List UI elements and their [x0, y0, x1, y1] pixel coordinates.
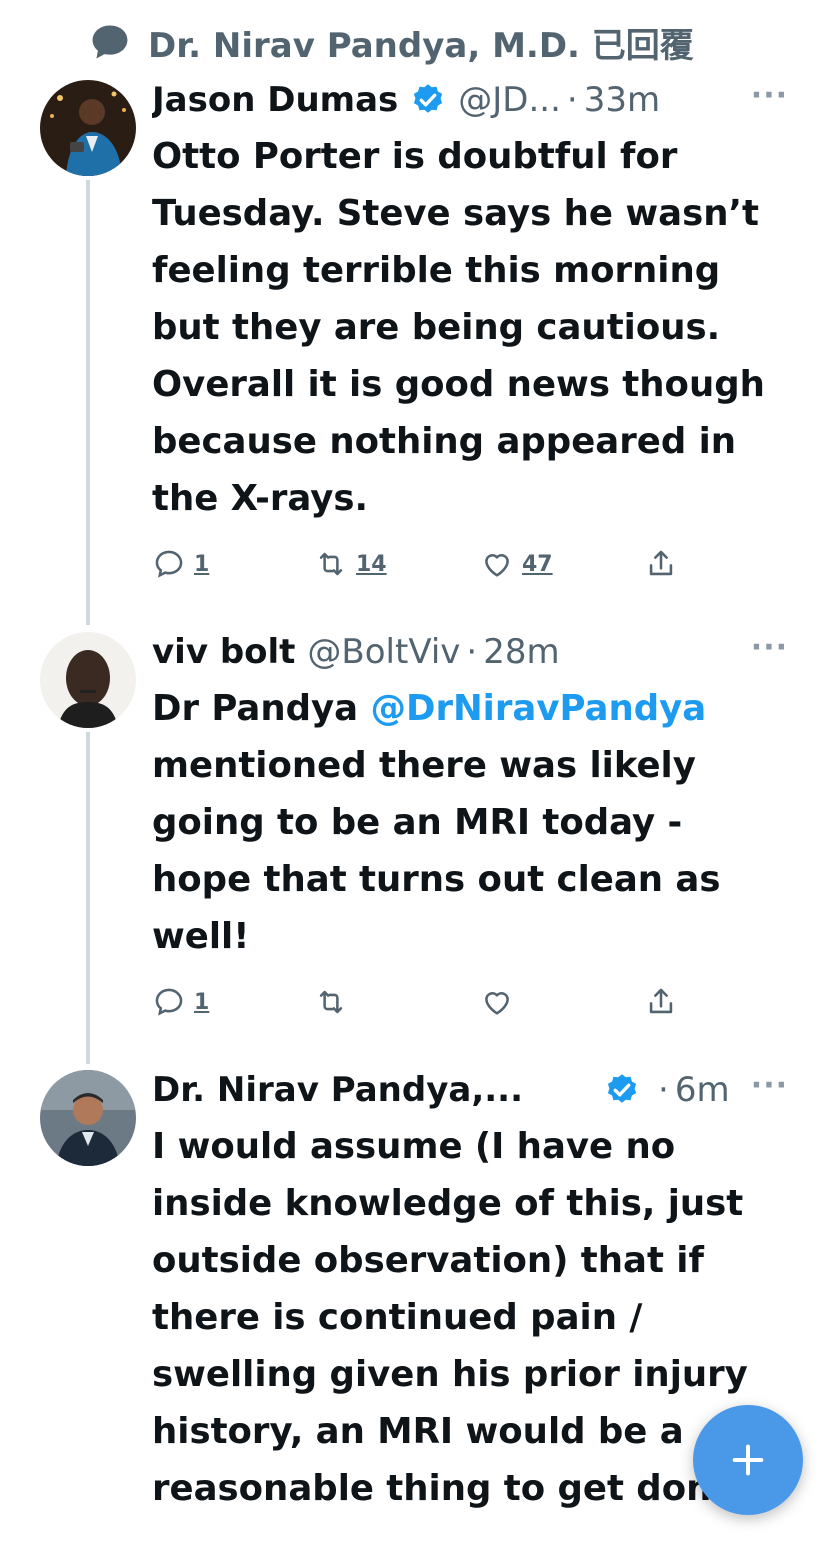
- reply-count: 1: [194, 551, 210, 577]
- reply-context[interactable]: Dr. Nirav Pandya, M.D. 已回覆: [88, 18, 694, 66]
- mention-link[interactable]: @DrNiravPandya: [371, 688, 707, 729]
- compose-tweet-button[interactable]: [693, 1405, 803, 1515]
- tweet[interactable]: Dr. Nirav Pandya,... · 6m ··· I would as…: [152, 1064, 788, 1517]
- tweet-actions: 1 14 47: [152, 547, 788, 603]
- separator-dot: ·: [466, 632, 478, 672]
- share-icon: [649, 988, 673, 1014]
- plus-icon: [732, 1444, 764, 1476]
- share-button[interactable]: [644, 985, 678, 1019]
- retweet-icon: [319, 990, 343, 1014]
- avatar[interactable]: [40, 1070, 136, 1166]
- author-name[interactable]: Jason Dumas: [152, 80, 398, 120]
- reply-context-text: Dr. Nirav Pandya, M.D. 已回覆: [148, 25, 694, 66]
- more-options-icon[interactable]: ···: [751, 78, 788, 113]
- author-name[interactable]: Dr. Nirav Pandya,...: [152, 1070, 592, 1110]
- author-name[interactable]: viv bolt: [152, 632, 295, 672]
- reply-icon: [155, 988, 183, 1016]
- like-button[interactable]: [480, 985, 514, 1019]
- timestamp[interactable]: 28m: [483, 632, 559, 672]
- reply-count: 1: [194, 989, 210, 1015]
- timestamp[interactable]: 33m: [584, 80, 660, 120]
- tweet-header: viv bolt @BoltViv · 28m ···: [152, 626, 788, 678]
- verified-badge-icon: [414, 84, 443, 113]
- tweet-text: I would assume (I have no inside knowled…: [152, 1126, 761, 1509]
- tweet-actions: 1: [152, 985, 788, 1041]
- tweet[interactable]: viv bolt @BoltViv · 28m ··· Dr Pandya @D…: [152, 626, 788, 1041]
- reply-icon: [155, 550, 183, 578]
- reply-button[interactable]: 1: [152, 547, 209, 581]
- tweet-header: Dr. Nirav Pandya,... · 6m ···: [152, 1064, 788, 1116]
- share-icon: [649, 550, 673, 576]
- retweet-icon: [319, 552, 343, 576]
- tweet-header: Jason Dumas @JD... · 33m ···: [152, 74, 788, 126]
- tweet-text-part: Dr Pandya: [152, 688, 371, 729]
- timestamp[interactable]: 6m: [675, 1070, 730, 1110]
- speech-bubble-icon: [92, 25, 128, 59]
- like-button[interactable]: 47: [480, 547, 553, 581]
- heart-icon: [485, 992, 509, 1015]
- author-handle[interactable]: @JD...: [458, 80, 561, 120]
- avatar[interactable]: [40, 632, 136, 728]
- tweet-text: Dr Pandya @DrNiravPandya mentioned there…: [152, 680, 752, 965]
- retweet-button[interactable]: 14: [314, 547, 387, 581]
- thread-line: [86, 732, 90, 1064]
- reply-button[interactable]: 1: [152, 985, 209, 1019]
- tweet-text: Otto Porter is doubtful for Tuesday. Ste…: [152, 136, 778, 519]
- heart-icon: [485, 554, 509, 577]
- author-handle[interactable]: @BoltViv: [307, 632, 460, 672]
- separator-dot: ·: [658, 1070, 669, 1110]
- avatar[interactable]: [40, 80, 136, 176]
- verified-badge-icon: [607, 1074, 637, 1103]
- share-button[interactable]: [644, 547, 678, 581]
- tweet[interactable]: Jason Dumas @JD... · 33m ··· Otto Porter…: [152, 74, 788, 603]
- retweet-button[interactable]: [314, 985, 348, 1019]
- separator-dot: ·: [566, 80, 578, 120]
- retweet-count: 14: [356, 551, 387, 577]
- thread-line: [86, 180, 90, 625]
- more-options-icon[interactable]: ···: [751, 630, 788, 665]
- like-count: 47: [522, 551, 553, 577]
- more-options-icon[interactable]: ···: [751, 1068, 788, 1103]
